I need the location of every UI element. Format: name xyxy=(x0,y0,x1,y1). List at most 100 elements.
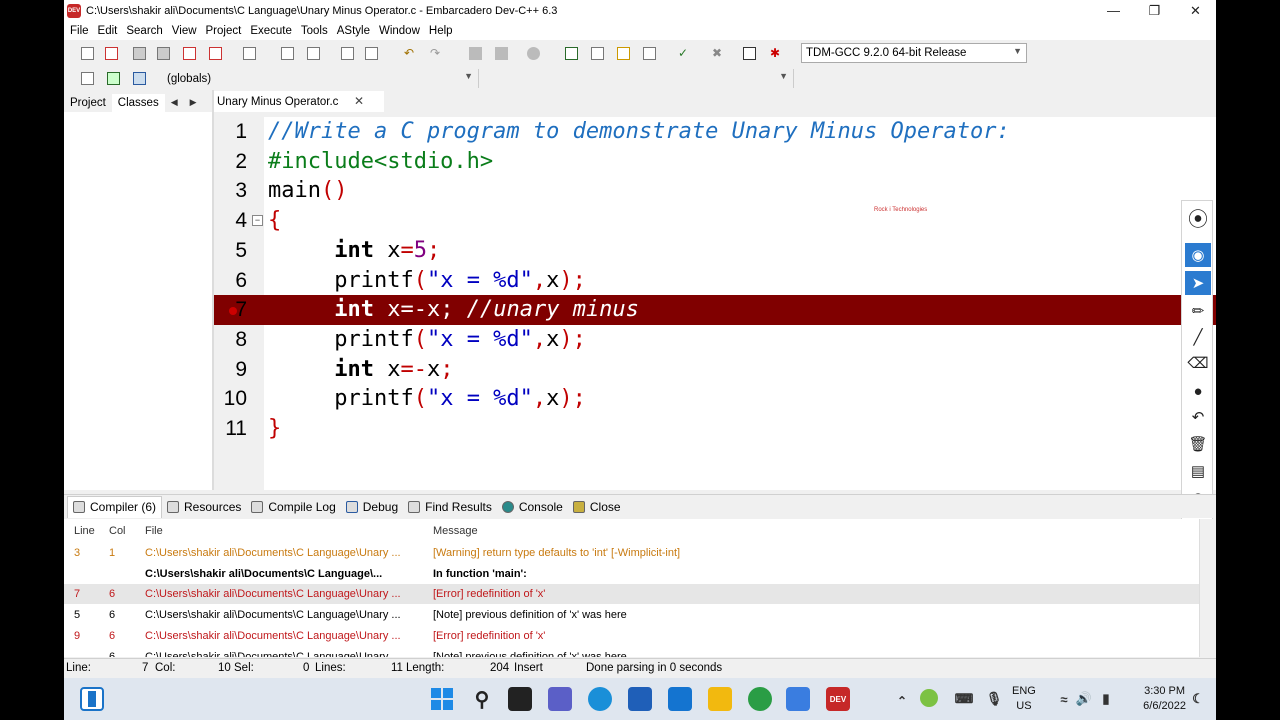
goto-definition-icon[interactable] xyxy=(130,69,148,87)
search-icon[interactable]: ⚲ xyxy=(470,687,494,711)
message-row[interactable]: 3 1 C:\Users\shakir ali\Documents\C Langua… xyxy=(64,543,1199,563)
highlighter-icon[interactable]: ✏ xyxy=(1185,299,1211,323)
members-select[interactable]: ▼ xyxy=(480,69,794,88)
message-row[interactable]: 6 C:\Users\shakir ali\Documents\C Languag… xyxy=(64,647,1199,658)
class-browser-icon[interactable] xyxy=(614,44,632,62)
task-switcher-icon[interactable] xyxy=(508,687,532,711)
code-line[interactable]: 5 int x=5; xyxy=(214,236,1216,266)
edge-browser-icon[interactable] xyxy=(588,687,612,711)
code-line[interactable]: 1 //Write a C program to demonstrate Unar… xyxy=(214,117,1216,147)
tab-scroll-left-icon[interactable]: ◀ xyxy=(165,93,184,112)
menu-execute[interactable]: Execute xyxy=(248,25,299,37)
menu-help[interactable]: Help xyxy=(427,25,460,37)
header-file[interactable]: File xyxy=(145,521,425,541)
message-row[interactable]: 5 6 C:\Users\shakir ali\Documents\C Langua… xyxy=(64,605,1199,625)
stop-execution-icon[interactable]: ✖ xyxy=(708,44,726,62)
pin-icon[interactable]: ⦿ xyxy=(1185,205,1211,231)
windows-start-icon[interactable] xyxy=(430,687,454,711)
header-message[interactable]: Message xyxy=(433,521,1133,541)
grid-icon[interactable] xyxy=(640,44,658,62)
tray-app-icon[interactable] xyxy=(920,689,938,707)
tab-compiler[interactable]: Compiler (6) xyxy=(67,495,163,518)
minimize-button[interactable]: — xyxy=(1093,0,1134,21)
layout-icon[interactable] xyxy=(588,44,606,62)
new-project-icon[interactable] xyxy=(562,44,580,62)
tab-debug[interactable]: Debug xyxy=(341,496,403,518)
chat-icon[interactable] xyxy=(548,687,572,711)
chevron-up-icon[interactable]: ⌃ xyxy=(890,689,914,713)
whiteboard-icon[interactable]: ▤ xyxy=(1185,459,1211,483)
menu-astyle[interactable]: AStyle xyxy=(335,25,377,37)
code-line[interactable]: 9 int x=-x; xyxy=(214,355,1216,385)
tab-compile-log[interactable]: Compile Log xyxy=(246,496,340,518)
eraser-icon[interactable]: ⌫ xyxy=(1185,351,1211,375)
goto-declaration-icon[interactable] xyxy=(104,69,122,87)
code-line[interactable]: 8 printf("x = %d",x); xyxy=(214,325,1216,355)
check-syntax-icon[interactable]: ✓ xyxy=(674,44,692,62)
open-file-icon[interactable] xyxy=(102,44,120,62)
task-view-icon[interactable] xyxy=(80,687,104,711)
undo-annotation-icon[interactable]: ↶ xyxy=(1185,405,1211,429)
profile-chart-icon[interactable] xyxy=(740,44,758,62)
find-icon[interactable] xyxy=(278,44,296,62)
menu-tools[interactable]: Tools xyxy=(299,25,335,37)
close-file-icon[interactable] xyxy=(180,44,198,62)
volume-icon[interactable]: 🔊 xyxy=(1072,687,1096,711)
system-clock[interactable]: 3:30 PM 6/6/2022 xyxy=(1143,684,1186,714)
maximize-button[interactable]: ❐ xyxy=(1134,0,1175,21)
message-row[interactable]: 7 6 C:\Users\shakir ali\Documents\C Langua… xyxy=(64,584,1199,605)
code-line[interactable]: 10 printf("x = %d",x); xyxy=(214,384,1216,414)
close-all-icon[interactable] xyxy=(206,44,224,62)
replace-icon[interactable] xyxy=(304,44,322,62)
notifications-icon[interactable]: ☾ xyxy=(1186,687,1210,711)
compiler-select[interactable]: TDM-GCC 9.2.0 64-bit Release ▼ xyxy=(801,43,1027,63)
menu-search[interactable]: Search xyxy=(124,25,169,37)
trash-icon[interactable]: 🗑 xyxy=(1185,432,1211,456)
code-line[interactable]: 6 printf("x = %d",x); xyxy=(214,266,1216,296)
code-line[interactable]: 7 int x=-x; //unary minus xyxy=(214,295,1216,326)
bookmark-icon[interactable] xyxy=(362,44,380,62)
redo-icon[interactable]: ↷ xyxy=(426,44,444,62)
message-row[interactable]: C:\Users\shakir ali\Documents\C Language… xyxy=(64,564,1199,584)
tab-classes[interactable]: Classes xyxy=(111,94,165,112)
save-all-icon[interactable] xyxy=(154,44,172,62)
battery-icon[interactable]: ▮ xyxy=(1094,687,1118,711)
new-file-icon[interactable] xyxy=(78,44,96,62)
devcpp-taskbar-icon[interactable]: DEV xyxy=(826,687,850,711)
tab-unary-minus-operator[interactable]: Unary Minus Operator.c ✕ xyxy=(214,91,384,112)
fold-toggle-icon[interactable]: − xyxy=(252,215,263,227)
save-icon[interactable] xyxy=(130,44,148,62)
tab-project[interactable]: Project xyxy=(64,94,112,112)
print-icon[interactable] xyxy=(240,44,258,62)
store-icon[interactable] xyxy=(628,687,652,711)
menu-project[interactable]: Project xyxy=(204,25,249,37)
toggle-comment-icon[interactable] xyxy=(524,44,542,62)
line-tool-icon[interactable]: ╱ xyxy=(1185,325,1211,349)
eye-icon[interactable]: ◉ xyxy=(1185,243,1211,267)
header-line[interactable]: Line xyxy=(74,521,104,541)
insert-icon[interactable] xyxy=(78,69,96,87)
menu-edit[interactable]: Edit xyxy=(96,25,125,37)
input-language[interactable]: ENG US xyxy=(1012,684,1036,714)
chrome-icon[interactable] xyxy=(748,687,772,711)
dot-icon[interactable]: ● xyxy=(1185,379,1211,403)
code-line[interactable]: 2 #include<stdio.h> xyxy=(214,147,1216,177)
goto-line-icon[interactable] xyxy=(338,44,356,62)
tab-console[interactable]: Console xyxy=(497,496,568,518)
tab-close[interactable]: Close xyxy=(568,496,626,518)
tab-resources[interactable]: Resources xyxy=(162,496,246,518)
close-window-button[interactable]: ✕ xyxy=(1175,0,1216,21)
code-editor[interactable]: Rock i Technologies 1//Write a C program… xyxy=(214,117,1216,490)
microphone-icon[interactable]: 🎙 xyxy=(982,687,1006,711)
tab-scroll-right-icon[interactable]: ▶ xyxy=(184,93,203,112)
code-line[interactable]: 11} xyxy=(214,414,1216,444)
header-col[interactable]: Col xyxy=(109,521,139,541)
keyboard-icon[interactable]: ⌨ xyxy=(952,687,976,711)
code-line[interactable]: 3 main() xyxy=(214,176,1216,206)
debug-bug-icon[interactable]: ✱ xyxy=(766,44,784,62)
code-line[interactable]: 4−{ xyxy=(214,206,1216,236)
compiler-messages-list[interactable]: Line Col File Message 3 1 C:\Users\shakir … xyxy=(64,519,1199,657)
message-row[interactable]: 9 6 C:\Users\shakir ali\Documents\C Langua… xyxy=(64,626,1199,646)
undo-icon[interactable]: ↶ xyxy=(400,44,418,62)
unindent-icon[interactable] xyxy=(492,44,510,62)
